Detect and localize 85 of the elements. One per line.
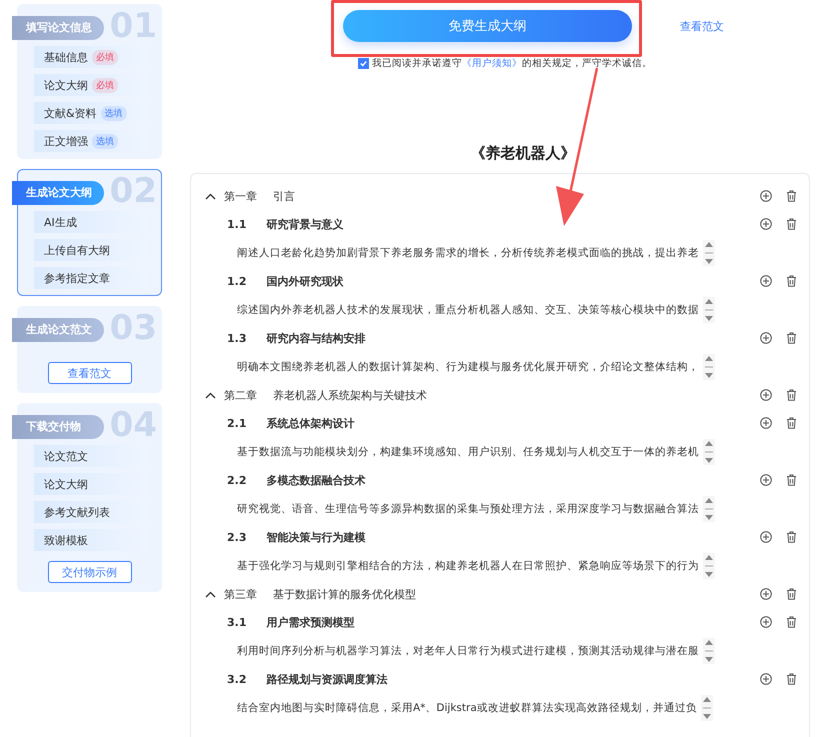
section-description[interactable]: 阐述人口老龄化趋势加剧背景下养老服务需求的增长，分析传统养老模式面临的挑战，提出养老	[237, 246, 699, 260]
add-icon[interactable]	[760, 616, 772, 628]
view-sample-link[interactable]: 查看范文	[680, 18, 724, 34]
step-item-label: AI生成	[44, 214, 77, 230]
chapter-label: 第二章	[224, 388, 257, 402]
step-item-label: 上传自有大纲	[44, 242, 110, 258]
section-description[interactable]: 综述国内外养老机器人技术的发展现状，重点分析机器人感知、交互、决策等核心模块中的数据	[237, 302, 699, 316]
trash-icon[interactable]	[786, 531, 797, 543]
step-item-label: 论文大纲	[44, 476, 88, 492]
section-number: 2.3	[227, 530, 246, 544]
add-icon[interactable]	[760, 588, 772, 600]
step-item-label: 致谢模板	[44, 532, 88, 548]
section-description[interactable]: 结合室内地图与实时障碍信息，采用A*、Dijkstra或改进蚁群算法实现高效路径规划，并通过负	[237, 700, 697, 714]
trash-icon[interactable]	[786, 673, 797, 685]
section-number: 1.3	[227, 332, 246, 344]
section-description[interactable]: 利用时间序列分析与机器学习算法，对老年人日常行为模式进行建模，预测其活动规律与潜在服	[237, 644, 699, 658]
section-number: 2.2	[227, 474, 246, 486]
step-item-label: 基础信息	[44, 50, 88, 64]
step-item-label: 论文范文	[44, 448, 88, 464]
section-description[interactable]: 研究视觉、语音、生理信号等多源异构数据的采集与预处理方法，采用深度学习与数据融合算法	[237, 502, 699, 516]
trash-icon[interactable]	[786, 588, 797, 600]
add-icon[interactable]	[760, 332, 772, 344]
tag: 必填	[92, 78, 118, 92]
trash-icon[interactable]	[786, 332, 797, 344]
add-icon[interactable]	[760, 218, 772, 230]
add-icon[interactable]	[760, 190, 772, 202]
step-item-label: 正文增强	[44, 134, 88, 148]
add-icon[interactable]	[760, 673, 772, 685]
chevron-icon[interactable]	[205, 590, 216, 598]
trash-icon[interactable]	[786, 616, 797, 628]
section-title: 研究内容与结构安排	[266, 330, 366, 346]
tag: 选填	[100, 106, 127, 120]
agreement-text: 我已阅读并承诺遵守《用户须知》的相关规定，严守学术诚信。	[372, 57, 652, 70]
chapter-title: 引言	[273, 188, 295, 204]
section-number: 3.1	[227, 616, 246, 628]
trash-icon[interactable]	[786, 218, 797, 230]
section-number: 2.1	[227, 416, 246, 430]
add-icon[interactable]	[760, 417, 772, 429]
chapter-label: 第三章	[224, 586, 257, 602]
section-number: 3.2	[227, 672, 246, 686]
section-number: 1.2	[227, 274, 246, 288]
chevron-icon[interactable]	[205, 192, 216, 200]
agreement-checkbox[interactable]	[358, 58, 369, 69]
section-title: 用户需求预测模型	[266, 614, 354, 630]
step-item-label: 论文大纲	[44, 78, 88, 92]
section-number: 1.1	[227, 218, 246, 230]
scroll-arrows-icon[interactable]	[703, 296, 715, 322]
scroll-arrows-icon[interactable]	[703, 240, 715, 266]
section-title: 研究背景与意义	[266, 216, 344, 232]
add-icon[interactable]	[760, 531, 772, 543]
scroll-arrows-icon[interactable]	[703, 438, 715, 464]
scroll-arrows-icon[interactable]	[700, 694, 713, 720]
tag: 必填	[92, 50, 118, 64]
step-item-label: 参考文献列表	[44, 504, 110, 520]
trash-icon[interactable]	[786, 389, 797, 401]
scroll-arrows-icon[interactable]	[703, 638, 715, 664]
scroll-arrows-icon[interactable]	[703, 354, 715, 380]
scroll-arrows-icon[interactable]	[703, 552, 715, 578]
chapter-label: 第一章	[224, 188, 257, 204]
outline-button[interactable]: 交付物示例	[48, 561, 132, 583]
step-item-label: 文献&资料	[44, 106, 97, 120]
section-title: 系统总体架构设计	[266, 416, 354, 430]
user-notice-link[interactable]: 《用户须知》	[462, 58, 522, 69]
trash-icon[interactable]	[786, 474, 797, 486]
section-title: 智能决策与行为建模	[266, 530, 366, 544]
add-icon[interactable]	[760, 389, 772, 401]
section-title: 多模态数据融合技术	[266, 472, 366, 488]
trash-icon[interactable]	[786, 190, 797, 202]
tag: 选填	[92, 134, 118, 148]
chapter-title: 养老机器人系统架构与关键技术	[273, 388, 427, 402]
add-icon[interactable]	[760, 275, 772, 287]
trash-icon[interactable]	[786, 275, 797, 287]
outline-button[interactable]: 查看范文	[48, 362, 132, 384]
outline-title: 《养老机器人》	[470, 144, 576, 163]
trash-icon[interactable]	[786, 417, 797, 429]
section-title: 国内外研究现状	[266, 274, 344, 288]
scroll-arrows-icon[interactable]	[703, 496, 715, 522]
chevron-icon[interactable]	[205, 392, 216, 398]
add-icon[interactable]	[760, 474, 772, 486]
step-item-label: 参考指定文章	[44, 270, 110, 286]
section-description[interactable]: 明确本文围绕养老机器人的数据计算架构、行为建模与服务优化展开研究，介绍论文整体结构，	[237, 360, 699, 374]
section-title: 路径规划与资源调度算法	[266, 672, 388, 686]
section-description[interactable]: 基于强化学习与规则引擎相结合的方法，构建养老机器人在日常照护、紧急响应等场景下的行为	[237, 558, 699, 572]
section-description[interactable]: 基于数据流与功能模块划分，构建集环境感知、用户识别、任务规划与人机交互于一体的养老机	[237, 444, 699, 458]
chapter-title: 基于数据计算的服务优化模型	[273, 586, 416, 602]
